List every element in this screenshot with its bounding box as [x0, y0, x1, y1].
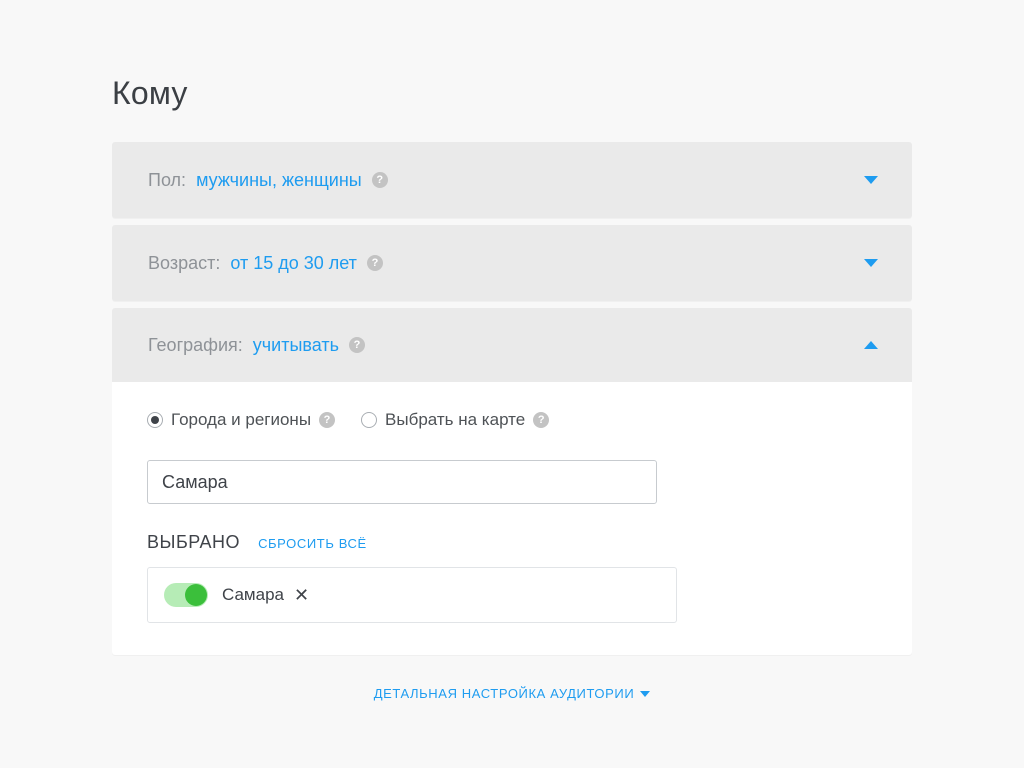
selected-header: ВЫБРАНО СБРОСИТЬ ВСЁ — [147, 532, 877, 553]
selected-title: ВЫБРАНО — [147, 532, 240, 553]
geo-search-input[interactable] — [147, 460, 657, 504]
footer-link-label: ДЕТАЛЬНАЯ НАСТРОЙКА АУДИТОРИИ — [374, 686, 635, 701]
help-icon[interactable]: ? — [349, 337, 365, 353]
toggle-knob — [185, 584, 207, 606]
reset-all-link[interactable]: СБРОСИТЬ ВСЁ — [258, 536, 367, 551]
selected-item: Самара ✕ — [147, 567, 677, 623]
chevron-down-icon — [864, 176, 878, 184]
detailed-audience-link[interactable]: ДЕТАЛЬНАЯ НАСТРОЙКА АУДИТОРИИ — [374, 686, 651, 701]
item-name: Самара — [222, 585, 284, 605]
radio-cities-regions[interactable]: Города и регионы ? — [147, 410, 335, 430]
geography-body: Города и регионы ? Выбрать на карте ? ВЫ… — [112, 382, 912, 655]
page-title: Кому — [112, 75, 912, 112]
help-icon[interactable]: ? — [533, 412, 549, 428]
help-icon[interactable]: ? — [367, 255, 383, 271]
panel-gender: Пол: мужчины, женщины ? — [112, 142, 912, 218]
geo-mode-radio-group: Города и регионы ? Выбрать на карте ? — [147, 410, 877, 430]
age-value: от 15 до 30 лет — [230, 253, 357, 274]
gender-label: Пол: — [148, 170, 186, 191]
footer-row: ДЕТАЛЬНАЯ НАСТРОЙКА АУДИТОРИИ — [112, 683, 912, 703]
geo-value: учитывать — [253, 335, 339, 356]
panel-geography: География: учитывать ? Города и регионы … — [112, 308, 912, 655]
close-icon[interactable]: ✕ — [294, 586, 309, 604]
radio-icon — [361, 412, 377, 428]
geo-label: География: — [148, 335, 243, 356]
radio-select-on-map[interactable]: Выбрать на карте ? — [361, 410, 549, 430]
chevron-down-icon — [640, 691, 650, 697]
radio-map-label: Выбрать на карте — [385, 410, 525, 430]
help-icon[interactable]: ? — [319, 412, 335, 428]
panel-gender-header[interactable]: Пол: мужчины, женщины ? — [112, 142, 912, 218]
chevron-up-icon — [864, 341, 878, 349]
item-toggle[interactable] — [164, 583, 208, 607]
radio-cities-label: Города и регионы — [171, 410, 311, 430]
panel-age-header[interactable]: Возраст: от 15 до 30 лет ? — [112, 225, 912, 301]
chevron-down-icon — [864, 259, 878, 267]
panel-geography-header[interactable]: География: учитывать ? — [112, 308, 912, 382]
gender-value: мужчины, женщины — [196, 170, 362, 191]
help-icon[interactable]: ? — [372, 172, 388, 188]
panel-age: Возраст: от 15 до 30 лет ? — [112, 225, 912, 301]
radio-icon — [147, 412, 163, 428]
age-label: Возраст: — [148, 253, 220, 274]
